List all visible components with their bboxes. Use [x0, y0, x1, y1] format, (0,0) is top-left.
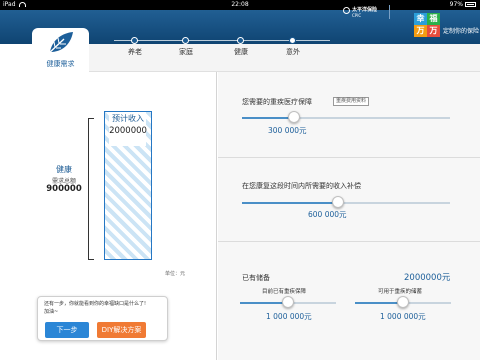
prompt-question: 还有一步，你就能看到你的幸福缺口是什么了! [44, 301, 147, 307]
savings-label: 已有储备 [242, 274, 270, 282]
header-divider [389, 5, 390, 19]
badge-icon: 万 [427, 25, 440, 37]
medical-slider-fill [242, 117, 294, 119]
usable-savings-slider-handle[interactable] [397, 296, 409, 308]
step-accident[interactable]: 意外 [273, 47, 313, 57]
step-dot-current[interactable] [289, 37, 296, 44]
battery-icon [465, 2, 476, 7]
existing-cover-value: 1 000 000元 [266, 312, 312, 321]
tab-health-needs[interactable]: 健康需求 [32, 28, 89, 72]
existing-cover-slider-fill [240, 302, 288, 304]
prompt-sub: 加油~ [44, 309, 59, 315]
existing-cover-slider-handle[interactable] [282, 296, 294, 308]
medical-value: 300 000元 [268, 126, 307, 135]
cpic-logo-icon [343, 7, 350, 14]
medical-slider-handle[interactable] [288, 111, 300, 123]
need-total-value: 900000 [46, 184, 82, 194]
slogan: 定制你的保险 [443, 28, 480, 35]
step-dot[interactable] [182, 37, 189, 44]
usable-savings-label: 可用于重疾的储蓄 [378, 289, 423, 295]
right-panel [218, 72, 480, 360]
usable-savings-slider-fill [355, 302, 403, 304]
brand-sub: CPIC [352, 13, 362, 18]
battery-status: 97% [450, 0, 476, 10]
step-dot[interactable] [237, 37, 244, 44]
tab-label: 健康需求 [46, 60, 75, 68]
badge-icon: 福 [427, 13, 440, 25]
need-bracket [88, 118, 94, 260]
badge-icon: 幸 [414, 13, 427, 25]
step-family[interactable]: 家庭 [166, 47, 206, 57]
step-health[interactable]: 健康 [221, 47, 261, 57]
usable-savings-value: 1 000 000元 [380, 312, 426, 321]
step-dot[interactable] [131, 37, 138, 44]
medical-info-link[interactable]: 重疾费用资料 [333, 97, 370, 106]
income-slider-handle[interactable] [332, 196, 344, 208]
brand-name: 太平洋保险 [352, 7, 378, 13]
status-bar: iPad 22:08 97% [0, 0, 480, 10]
medical-label: 您需要的重疾医疗保障 [242, 98, 312, 106]
savings-total: 2000000元 [404, 273, 451, 283]
section-divider [218, 241, 480, 242]
step-retirement[interactable]: 养老 [115, 47, 155, 57]
income-value: 600 000元 [308, 210, 347, 219]
income-slider-fill [242, 202, 338, 204]
section-divider [218, 157, 480, 158]
next-button[interactable]: 下一步 [45, 322, 89, 338]
clock: 22:08 [231, 1, 249, 8]
need-label: 健康 [56, 165, 72, 174]
unit-label: 单位：元 [165, 271, 186, 277]
existing-cover-label: 目前已有重疾保障 [262, 289, 307, 295]
income-label: 在您康复这段时间内所需要的收入补偿 [242, 182, 361, 190]
income-column-value: 2000000 [109, 126, 147, 136]
income-column-label: 预计收入 [112, 114, 144, 123]
leaf-icon [46, 32, 73, 56]
step-line [114, 40, 330, 41]
badge-icon: 万 [414, 25, 427, 37]
diy-solution-button[interactable]: DIY解决方案 [97, 322, 146, 338]
